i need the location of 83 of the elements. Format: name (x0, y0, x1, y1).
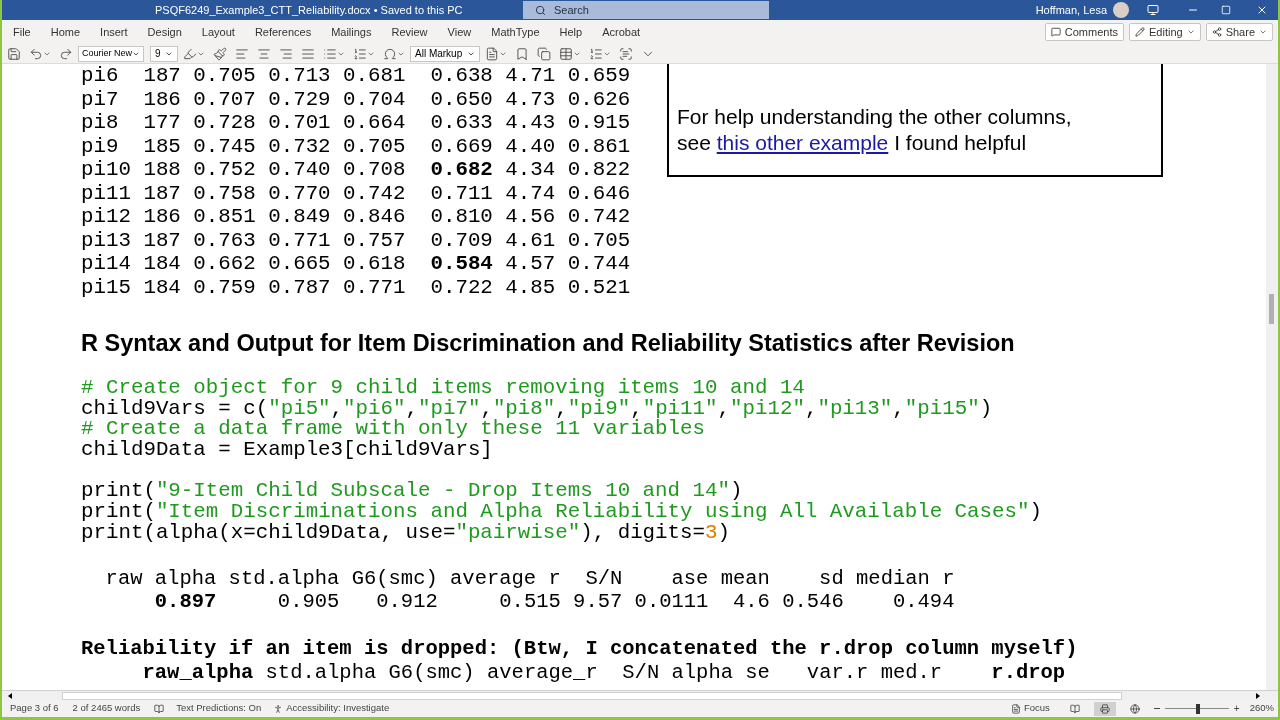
highlighter-icon (183, 46, 197, 61)
search-placeholder: Search (554, 2, 589, 18)
output-row-text: pi11 187 0.758 0.770 0.742 0.711 4.74 0.646 (81, 181, 632, 205)
font-dropdown[interactable]: Courier New (78, 45, 144, 62)
accessibility-icon (273, 703, 284, 714)
menu-tab[interactable]: Design (147, 23, 182, 41)
avatar (1113, 2, 1129, 18)
markup-dropdown[interactable]: All Markup (410, 45, 480, 62)
menu-tab[interactable]: Layout (201, 23, 235, 41)
proofing-icon (154, 703, 165, 714)
font-size-dropdown[interactable]: 9 (150, 45, 178, 62)
menu-tab[interactable]: Acrobat (602, 23, 641, 41)
read-mode-icon (1069, 703, 1080, 714)
zoom-level[interactable]: 260% (1249, 701, 1274, 716)
list-icon (589, 46, 603, 61)
output-row-text: pi13 187 0.763 0.771 0.757 0.709 4.61 0.705 (81, 228, 632, 252)
output-row-text: pi10 188 0.752 0.740 0.708 0.682 4.34 0.822 (81, 158, 632, 182)
window-title: PSQF6249_Example3_CTT_Reliability.docx • Saved to this PC (155, 2, 464, 18)
page-status[interactable]: Page 3 of 6 (10, 701, 59, 716)
pencil-icon (1135, 27, 1145, 37)
menu-tab[interactable]: File (13, 23, 31, 41)
output-row-text: pi14 184 0.662 0.665 0.618 0.584 4.57 0.744 (81, 252, 632, 276)
output-row-text: pi7 186 0.707 0.729 0.704 0.650 4.73 0.626 (81, 87, 632, 111)
output-line: Reliability if an item is dropped: (Btw, I concatenated the r.drop column myself) (81, 637, 1079, 661)
menu-tab[interactable]: View (447, 23, 472, 41)
code-line: print(alpha(x=child9Data, use="pairwise"), digits=3) (81, 522, 730, 544)
menu-tab[interactable]: Mailings (331, 23, 372, 41)
bullets-icon (323, 46, 337, 61)
note-text: For help understanding the other columns, (677, 104, 1073, 130)
caret-icon (1259, 28, 1267, 36)
document-icon (485, 46, 499, 61)
numbering-icon (353, 46, 367, 61)
share-icon (1211, 27, 1222, 37)
menu-tab[interactable]: References (254, 23, 312, 41)
code-line: child9Vars = c("pi5","pi6","pi7","pi8","pi9","pi11","pi12","pi13","pi15") (81, 398, 994, 420)
menu-tab[interactable]: Insert (100, 23, 128, 41)
zoom-thumb[interactable] (1196, 703, 1201, 714)
symbol-icon (383, 46, 397, 61)
zoom-in-button[interactable]: + (1233, 703, 1240, 714)
code-line: # Create a data frame with only these 11 variables (81, 419, 705, 441)
close-icon (1256, 4, 1268, 16)
undo-icon (29, 46, 43, 61)
accessibility-status[interactable]: Accessibility: Investigate (286, 701, 390, 716)
output-row-text: pi12 186 0.851 0.849 0.846 0.810 4.56 0.742 (81, 205, 632, 229)
ribbon-button[interactable]: Comments (1044, 23, 1124, 41)
scrollbar-thumb[interactable] (1269, 294, 1274, 324)
search-field[interactable]: Search (523, 1, 769, 19)
caret-icon (1186, 28, 1195, 36)
code-line: child9Data = Example3[child9Vars] (81, 440, 494, 461)
output-line: raw_alpha std.alpha G6(smc) average_r S/N alpha se var.r med.r r.drop (141, 660, 1067, 684)
word-count[interactable]: 2 of 2465 words (72, 701, 141, 716)
menu-tab[interactable]: Home (50, 23, 81, 41)
output-row-text: pi8 177 0.728 0.701 0.664 0.633 4.43 0.915 (81, 111, 632, 135)
output-line: 0.897 0.905 0.912 0.515 9.57 0.0111 4.6 0.546 0.494 (153, 590, 956, 614)
output-row-text: pi9 185 0.745 0.732 0.705 0.669 4.40 0.861 (81, 134, 632, 158)
horizontal-scrollbar[interactable] (62, 691, 1122, 700)
ribbon-button[interactable]: Editing (1129, 23, 1201, 41)
menu-tab[interactable]: Review (391, 23, 428, 41)
focus-icon (1010, 703, 1021, 714)
table-icon (559, 46, 573, 61)
print-layout-button[interactable] (1093, 701, 1116, 716)
restore-icon (1221, 5, 1231, 15)
code-line: print("Item Discriminations and Alpha Reliability using All Available Cases") (81, 502, 1043, 523)
section-heading: R Syntax and Output for Item Discrimination and Reliability Statistics after Revision (81, 329, 1016, 358)
output-row-text: pi15 184 0.759 0.787 0.771 0.722 4.85 0.521 (81, 275, 632, 299)
example-link[interactable]: this other example (716, 131, 889, 154)
code-line: print("9-Item Child Subscale - Drop Items 10 and 14") (81, 481, 743, 503)
user-name: Hoffman, Lesa (1035, 2, 1107, 18)
note-text: see this other example I found helpful (677, 130, 1028, 156)
code-line: # Create object for 9 child items removing items 10 and 14 (81, 378, 806, 399)
display-icon (1147, 4, 1159, 16)
menu-tab[interactable]: Help (559, 23, 583, 41)
printer-icon (1099, 703, 1110, 714)
output-row-text: pi6 187 0.705 0.713 0.681 0.638 4.71 0.659 (81, 64, 632, 88)
focus-button[interactable]: Focus (1023, 701, 1050, 716)
search-icon (535, 4, 546, 16)
text-predictions[interactable]: Text Predictions: On (176, 701, 262, 716)
menu-tab[interactable]: MathType (491, 23, 540, 41)
output-line: raw alpha std.alpha G6(smc) average r S/N ase mean sd median r (104, 566, 956, 590)
ribbon-button[interactable]: Share (1205, 23, 1273, 41)
zoom-slider[interactable] (1164, 702, 1229, 715)
comment-icon (1050, 27, 1061, 37)
web-layout-icon (1129, 703, 1140, 714)
